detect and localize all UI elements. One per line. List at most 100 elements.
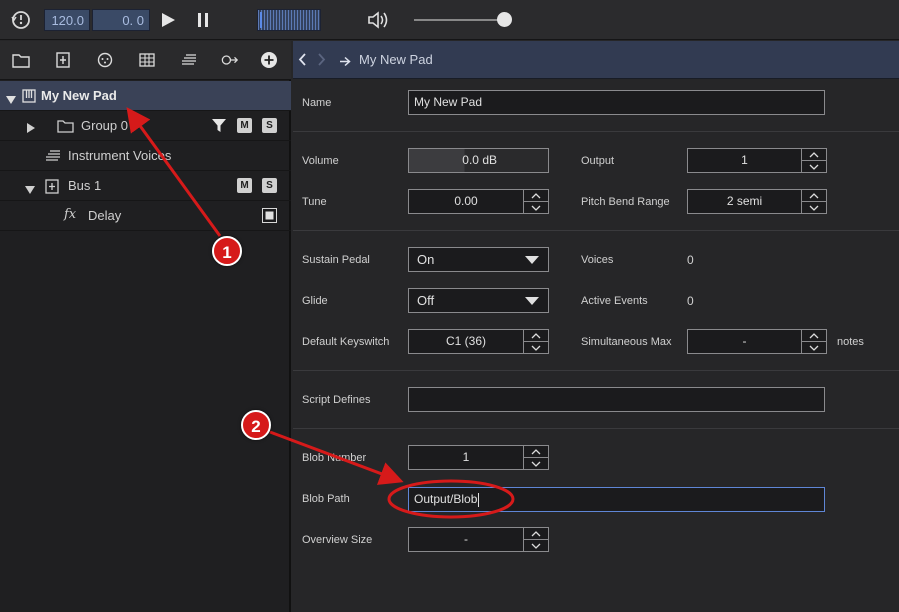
breadcrumb: My New Pad <box>293 41 899 79</box>
piano-icon <box>22 89 36 106</box>
tree-item-label: Delay <box>88 208 122 223</box>
tune-label: Tune <box>302 196 327 208</box>
back-icon[interactable] <box>298 53 307 71</box>
output-stepper[interactable] <box>802 148 827 173</box>
play-icon[interactable] <box>161 12 176 33</box>
divider <box>293 370 899 371</box>
volume-value: 0.0 dB <box>462 153 497 167</box>
tree-item-group-0[interactable]: Group 0 M S <box>0 111 291 141</box>
tune-field[interactable]: 0.00 <box>408 189 524 214</box>
volume-field[interactable]: 0.0 dB <box>408 148 549 173</box>
voices-value: 0 <box>687 253 694 267</box>
voices-icon[interactable] <box>180 51 198 69</box>
output-field[interactable]: 1 <box>687 148 802 173</box>
tree-item-label: My New Pad <box>41 88 117 103</box>
tree-item-label: Instrument Voices <box>68 148 172 163</box>
volume-slider-track[interactable] <box>414 19 506 21</box>
simultaneous-max-field[interactable]: - <box>687 329 802 354</box>
forward-icon[interactable] <box>317 53 326 71</box>
mute-button[interactable]: M <box>237 178 252 193</box>
script-defines-label: Script Defines <box>302 394 371 406</box>
chevron-up-icon[interactable] <box>524 190 548 202</box>
tree-item-bus-1[interactable]: Bus 1 M S <box>0 171 291 201</box>
text-cursor <box>478 492 480 507</box>
blob-path-field[interactable]: Output/Blob <box>408 487 825 512</box>
chevron-down-icon[interactable] <box>802 342 826 354</box>
tree-item-instrument-voices[interactable]: Instrument Voices <box>0 141 291 171</box>
pause-icon[interactable] <box>196 12 210 33</box>
volume-label: Volume <box>302 155 339 167</box>
default-keyswitch-field[interactable]: C1 (36) <box>408 329 524 354</box>
chevron-down-icon[interactable] <box>524 342 548 354</box>
history-icon[interactable] <box>10 9 32 36</box>
add-group-icon[interactable] <box>54 51 72 69</box>
name-field[interactable]: My New Pad <box>408 90 825 115</box>
chevron-down-icon[interactable] <box>802 202 826 214</box>
blob-number-label: Blob Number <box>302 452 367 464</box>
tune-stepper[interactable] <box>524 189 549 214</box>
voices-icon <box>44 150 62 165</box>
divider <box>293 230 899 231</box>
simultaneous-max-stepper[interactable] <box>802 329 827 354</box>
overview-size-label: Overview Size <box>302 534 373 546</box>
chevron-up-icon[interactable] <box>802 330 826 342</box>
divider <box>293 428 899 429</box>
volume-icon[interactable] <box>367 10 391 35</box>
tree-item-delay[interactable]: fx Delay <box>0 201 291 231</box>
grid-icon[interactable] <box>138 51 156 69</box>
name-label: Name <box>302 97 332 109</box>
properties-panel: My New Pad Name My New Pad Volume 0.0 dB… <box>293 41 899 612</box>
add-icon[interactable] <box>260 51 278 69</box>
chevron-up-icon[interactable] <box>802 149 826 161</box>
chevron-down-icon[interactable] <box>524 458 548 470</box>
pitch-bend-range-label: Pitch Bend Range <box>581 196 670 208</box>
bypass-checkbox[interactable] <box>262 208 277 226</box>
volume-slider-knob[interactable] <box>497 12 512 27</box>
solo-button[interactable]: S <box>262 118 277 133</box>
instrument-icon[interactable] <box>96 51 114 69</box>
default-keyswitch-label: Default Keyswitch <box>302 336 390 348</box>
expand-triangle-icon[interactable] <box>6 92 16 107</box>
arrow-right-icon <box>339 54 351 72</box>
default-keyswitch-stepper[interactable] <box>524 329 549 354</box>
bus-icon <box>45 179 59 197</box>
pitch-bend-range-stepper[interactable] <box>802 189 827 214</box>
level-meter <box>257 9 321 31</box>
active-events-label: Active Events <box>581 295 648 307</box>
glide-dropdown[interactable]: Off <box>408 288 549 313</box>
funnel-icon[interactable] <box>211 118 227 136</box>
chevron-up-icon[interactable] <box>524 330 548 342</box>
breadcrumb-title: My New Pad <box>359 52 433 67</box>
blob-number-field[interactable]: 1 <box>408 445 524 470</box>
sustain-pedal-dropdown[interactable]: On <box>408 247 549 272</box>
solo-button[interactable]: S <box>262 178 277 193</box>
collapsed-triangle-icon[interactable] <box>27 121 35 136</box>
sustain-pedal-value: On <box>417 252 435 267</box>
fx-icon: fx <box>64 207 77 222</box>
chevron-down-icon[interactable] <box>524 202 548 214</box>
chevron-down-icon[interactable] <box>524 540 548 552</box>
chevron-up-icon[interactable] <box>802 190 826 202</box>
tree-item-label: Bus 1 <box>68 178 102 193</box>
tempo-field[interactable]: 120.0 <box>44 9 90 31</box>
expand-triangle-icon[interactable] <box>25 182 35 197</box>
folder-icon[interactable] <box>12 51 30 69</box>
mute-button[interactable]: M <box>237 118 252 133</box>
overview-size-field[interactable]: - <box>408 527 524 552</box>
chevron-up-icon[interactable] <box>524 446 548 458</box>
glide-label: Glide <box>302 295 328 307</box>
blob-number-stepper[interactable] <box>524 445 549 470</box>
chevron-down-icon[interactable] <box>802 161 826 173</box>
script-defines-field[interactable] <box>408 387 825 412</box>
position-field[interactable]: 0. 0 <box>92 9 150 31</box>
tree-item-label: Group 0 <box>81 118 128 133</box>
annotation-badge-1: 1 <box>212 236 242 266</box>
voices-label: Voices <box>581 254 614 266</box>
transport-bar: 120.0 0. 0 <box>0 0 899 40</box>
tree-item-my-new-pad[interactable]: My New Pad <box>0 81 291 111</box>
overview-size-stepper[interactable] <box>524 527 549 552</box>
chevron-up-icon[interactable] <box>524 528 548 540</box>
pitch-bend-range-field[interactable]: 2 semi <box>687 189 802 214</box>
blob-path-value: Output/Blob <box>414 492 478 506</box>
route-icon[interactable] <box>221 51 239 69</box>
